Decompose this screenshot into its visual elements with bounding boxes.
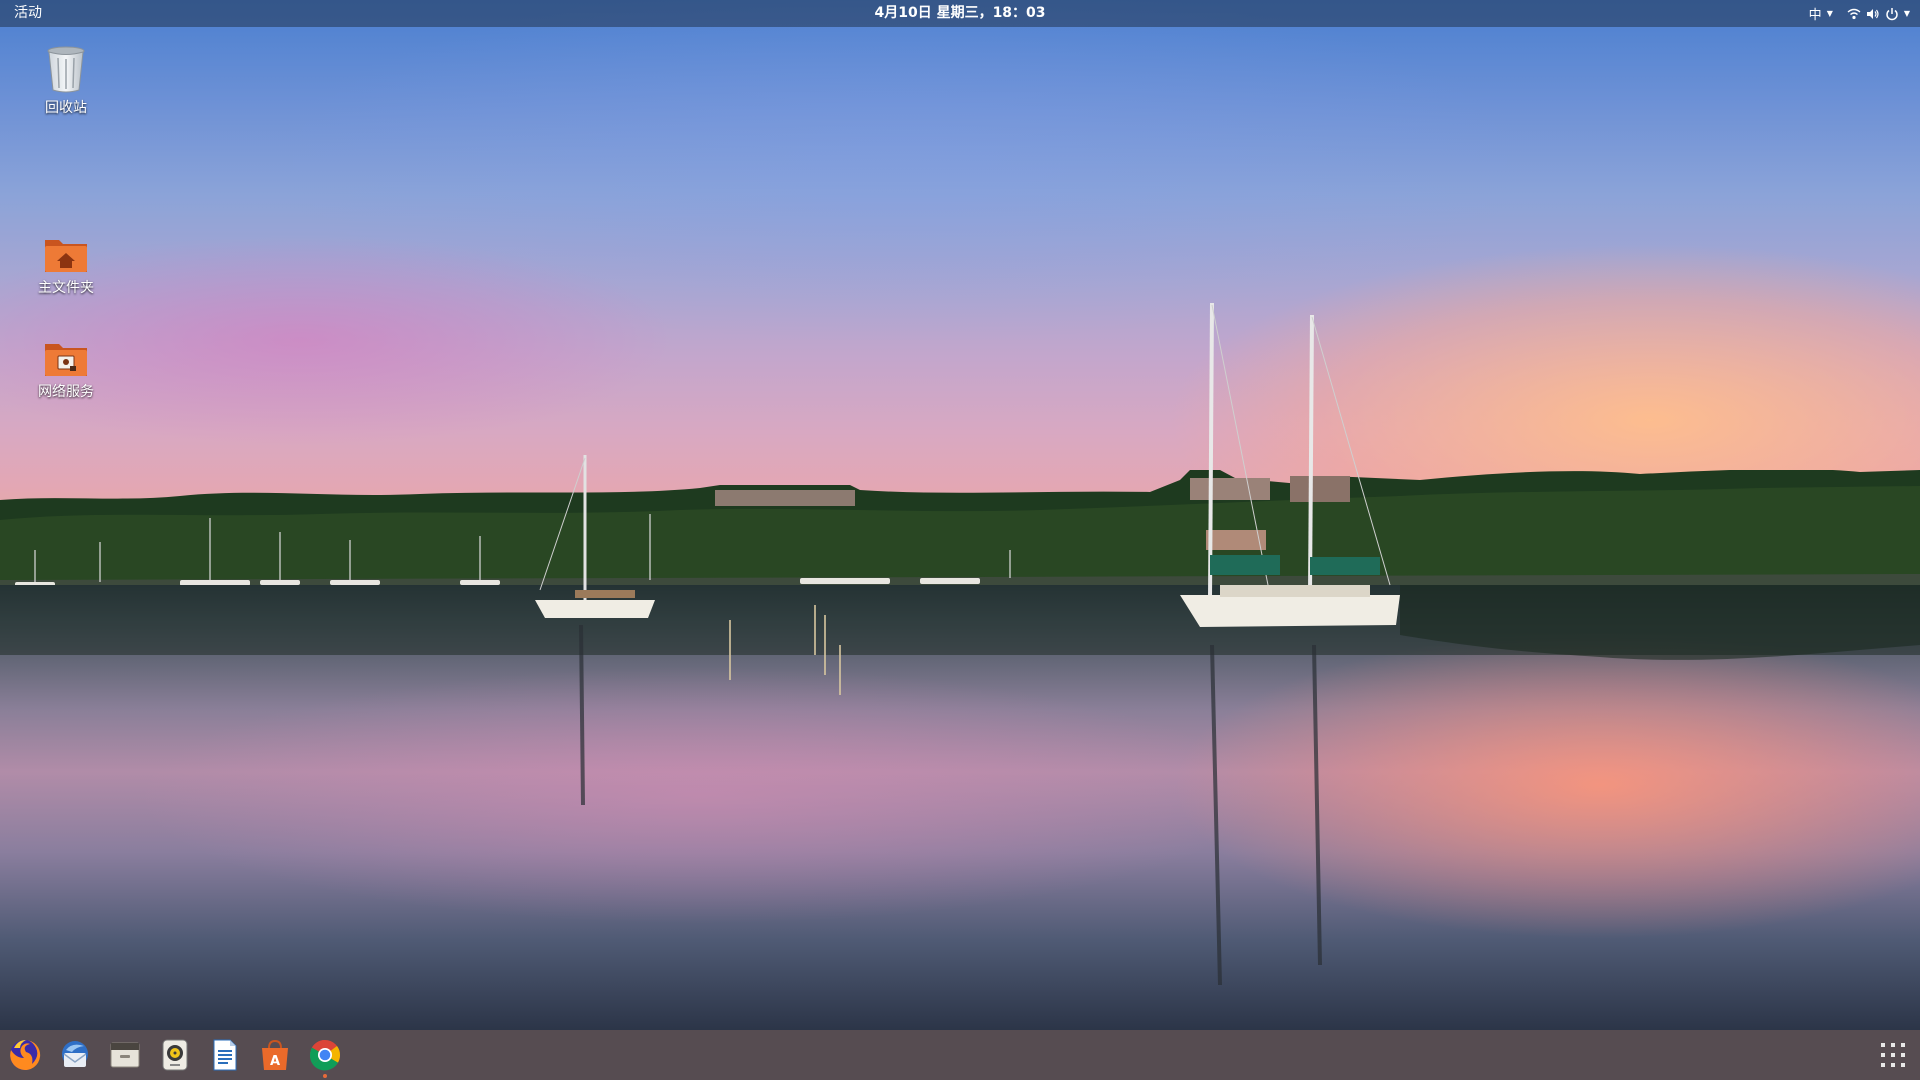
system-tray: 中 ▼ ▼: [1809, 0, 1910, 27]
desktop-icon-label: 回收站: [45, 100, 87, 116]
dock: A: [0, 1030, 1920, 1080]
activities-button[interactable]: 活动: [12, 0, 44, 27]
dock-app-software-center[interactable]: A: [256, 1036, 294, 1074]
desktop-icon-label: 网络服务: [38, 384, 94, 400]
wallpaper-treeline: [0, 470, 1920, 590]
software-center-icon: A: [262, 1039, 288, 1070]
desktop-icon-label: 主文件夹: [38, 280, 94, 296]
desktop[interactable]: 活动 4月10日 星期三，18：03 中 ▼ ▼ 回收站 主文件夹 网络服务 A: [0, 0, 1920, 1080]
show-applications-button[interactable]: [1880, 1042, 1906, 1068]
dock-app-rhythmbox[interactable]: [156, 1036, 194, 1074]
svg-text:A: A: [270, 1054, 280, 1069]
wifi-icon: [1847, 8, 1861, 19]
wallpaper-sailboat-large: [1180, 302, 1400, 627]
files-icon: [110, 1042, 140, 1068]
home-folder-icon: [45, 240, 87, 272]
firefox-icon: [10, 1039, 41, 1070]
volume-icon: [1866, 8, 1879, 19]
clock[interactable]: 4月10日 星期三，18：03: [810, 0, 1110, 27]
top-bar: 活动 4月10日 星期三，18：03 中 ▼ ▼: [0, 0, 1920, 27]
dock-app-files[interactable]: [106, 1036, 144, 1074]
rhythmbox-icon: [162, 1039, 188, 1071]
writer-icon: [213, 1039, 237, 1071]
chrome-icon: [309, 1040, 340, 1071]
trash-icon: [47, 46, 85, 93]
chevron-down-icon: ▼: [1826, 9, 1833, 18]
desktop-icon-home[interactable]: 主文件夹: [16, 234, 116, 297]
input-method-label: 中: [1808, 8, 1822, 23]
dock-app-chrome[interactable]: [306, 1036, 344, 1078]
power-icon: [1886, 7, 1898, 20]
wallpaper-sailboat-small: [535, 455, 655, 618]
input-method-menu[interactable]: 中 ▼: [1809, 4, 1833, 23]
wallpaper-reflection: [0, 585, 1920, 986]
running-indicator: [323, 1074, 327, 1078]
desktop-icon-network[interactable]: 网络服务: [16, 338, 116, 401]
app-grid-icon: [1881, 1043, 1905, 1067]
thunderbird-icon: [62, 1041, 88, 1067]
desktop-icon-trash[interactable]: 回收站: [16, 44, 116, 117]
system-menu[interactable]: ▼: [1847, 7, 1910, 21]
dock-app-thunderbird[interactable]: [56, 1036, 94, 1074]
dock-app-firefox[interactable]: [6, 1036, 44, 1074]
network-folder-icon: [45, 344, 87, 376]
chevron-down-icon: ▼: [1903, 9, 1910, 18]
dock-app-writer[interactable]: [206, 1036, 244, 1074]
